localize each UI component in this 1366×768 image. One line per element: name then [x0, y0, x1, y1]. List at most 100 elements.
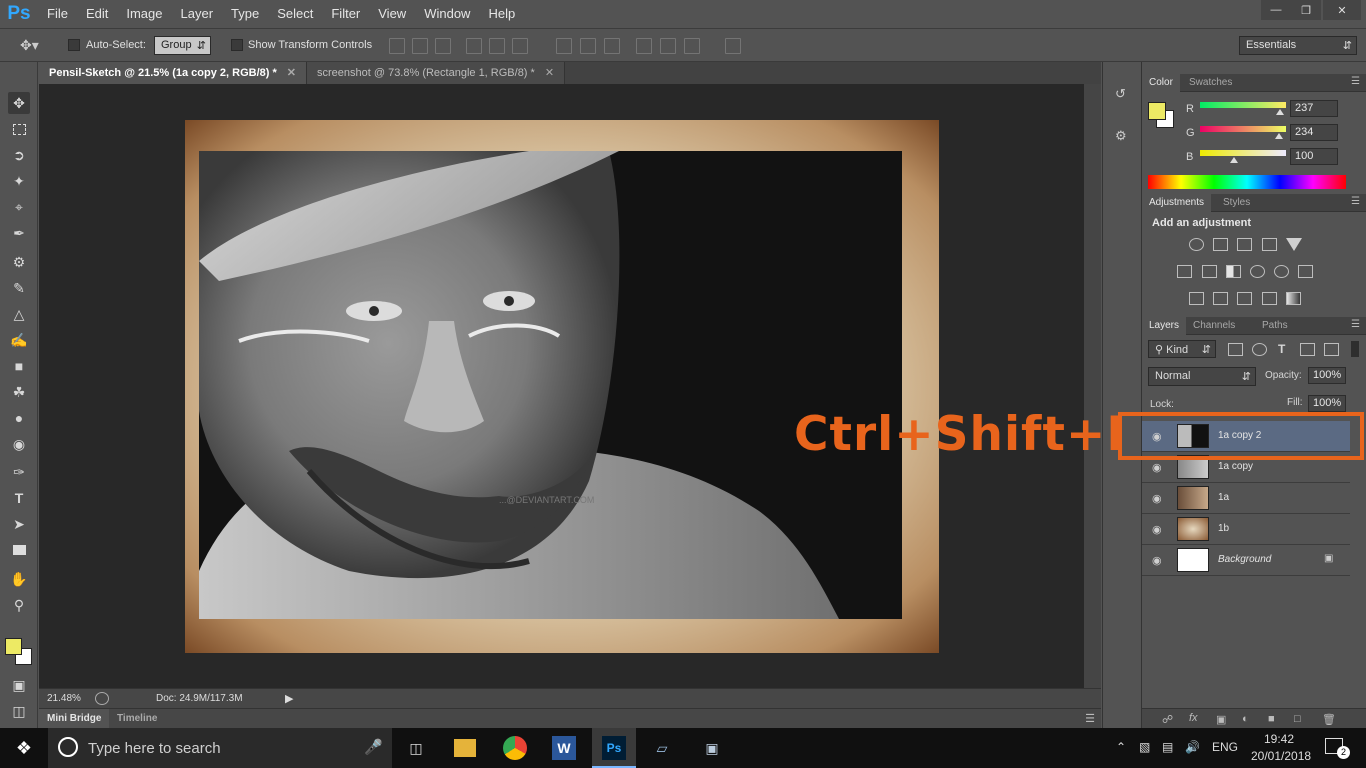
channel-mixer-icon[interactable] — [1274, 265, 1289, 278]
auto-select-dropdown[interactable]: Group ⇵ — [154, 36, 211, 55]
layer-row-1a[interactable]: ◉ 1a — [1142, 483, 1350, 514]
eye-icon[interactable]: ◉ — [1152, 554, 1162, 567]
microphone-icon[interactable]: 🎤 — [364, 738, 383, 756]
eraser-icon[interactable]: ■ — [8, 355, 30, 377]
history-brush-icon[interactable]: ✍ — [8, 329, 30, 351]
layer-name[interactable]: 1b — [1218, 523, 1229, 534]
gradient-map-icon[interactable] — [1286, 292, 1301, 305]
tab-layers[interactable]: Layers — [1142, 317, 1187, 335]
canvas-area[interactable]: ...@DEVIANTART.COM — [39, 84, 1084, 688]
tab-pensil-sketch[interactable]: Pensil-Sketch @ 21.5% (1a copy 2, RGB/8)… — [39, 62, 307, 84]
vertical-scrollbar[interactable] — [1084, 84, 1101, 688]
move-tool-preset-icon[interactable]: ✥▾ — [20, 37, 39, 54]
align-right-icon[interactable] — [512, 38, 528, 54]
pen-icon[interactable]: ✑ — [8, 461, 30, 483]
dodge-icon[interactable]: ◉ — [8, 433, 30, 455]
menu-image[interactable]: Image — [117, 0, 171, 28]
add-mask-icon[interactable]: ▣ — [1216, 713, 1226, 726]
windows-start-icon[interactable]: ❖ — [12, 736, 36, 760]
distribute-hcenter-icon[interactable] — [660, 38, 676, 54]
color-balance-icon[interactable] — [1202, 265, 1217, 278]
tray-chevron-icon[interactable]: ⌃ — [1116, 740, 1126, 754]
word-icon[interactable]: W — [552, 736, 576, 760]
tab-screenshot[interactable]: screenshot @ 73.8% (Rectangle 1, RGB/8) … — [306, 62, 566, 84]
crop-icon[interactable]: ⌖ — [8, 196, 30, 218]
quick-mask-icon[interactable]: ▣ — [8, 674, 30, 696]
distribute-right-icon[interactable] — [684, 38, 700, 54]
auto-align-icon[interactable] — [725, 38, 741, 54]
align-top-icon[interactable] — [389, 38, 405, 54]
channel-b-value[interactable]: 100 — [1290, 148, 1338, 165]
network-icon[interactable]: ▤ — [1162, 740, 1173, 754]
curves-icon[interactable] — [1237, 238, 1252, 251]
rectangle-icon[interactable] — [8, 539, 30, 561]
eye-icon[interactable]: ◉ — [1152, 461, 1162, 474]
close-icon[interactable]: ✕ — [545, 67, 554, 79]
auto-select-checkbox[interactable] — [68, 39, 80, 51]
filter-smart-object-icon[interactable] — [1324, 343, 1339, 356]
distribute-top-icon[interactable] — [556, 38, 572, 54]
move-icon[interactable]: ✥ — [8, 92, 30, 114]
panel-menu-icon[interactable]: ☰ — [1351, 76, 1360, 87]
panel-menu-icon[interactable]: ☰ — [1085, 712, 1095, 725]
document-canvas[interactable]: ...@DEVIANTART.COM — [185, 120, 939, 653]
eye-icon[interactable]: ◉ — [1152, 523, 1162, 536]
invert-icon[interactable] — [1189, 292, 1204, 305]
clone-stamp-icon[interactable]: △ — [8, 303, 30, 325]
blur-icon[interactable]: ● — [8, 407, 30, 429]
properties-panel-icon[interactable]: ⚙ — [1115, 128, 1133, 148]
show-transform-checkbox[interactable] — [231, 39, 243, 51]
magic-wand-icon[interactable]: ✦ — [8, 170, 30, 192]
clock-date[interactable]: 20/01/2018 — [1251, 749, 1311, 763]
menu-view[interactable]: View — [369, 0, 415, 28]
channel-r-thumb[interactable] — [1275, 109, 1284, 115]
align-vcenter-icon[interactable] — [412, 38, 428, 54]
distribute-left-icon[interactable] — [636, 38, 652, 54]
hue-saturation-icon[interactable] — [1177, 265, 1192, 278]
tab-swatches[interactable]: Swatches — [1182, 74, 1239, 92]
foreground-color-swatch[interactable] — [5, 638, 22, 655]
status-info-icon[interactable] — [95, 692, 109, 705]
panel-menu-icon[interactable]: ☰ — [1351, 319, 1360, 330]
tab-paths[interactable]: Paths — [1255, 317, 1295, 335]
channel-r-value[interactable]: 237 — [1290, 100, 1338, 117]
menu-help[interactable]: Help — [479, 0, 524, 28]
status-menu-arrow-icon[interactable]: ▶ — [285, 692, 293, 705]
filter-type-icon[interactable]: T — [1278, 342, 1285, 356]
black-white-icon[interactable] — [1226, 265, 1241, 278]
layer-kind-filter[interactable]: ⚲ Kind ⇵ — [1148, 340, 1216, 358]
marquee-icon[interactable] — [8, 118, 30, 140]
chrome-icon[interactable] — [503, 736, 527, 760]
screen-mode-icon[interactable]: ◫ — [8, 700, 30, 722]
channel-g-slider[interactable] — [1200, 126, 1286, 132]
lasso-icon[interactable]: ➲ — [8, 144, 30, 166]
selective-color-icon[interactable] — [1262, 292, 1277, 305]
app-icon-2[interactable]: ▣ — [700, 736, 724, 760]
filter-adjustment-icon[interactable] — [1252, 343, 1267, 356]
exposure-icon[interactable] — [1262, 238, 1277, 251]
brightness-contrast-icon[interactable] — [1189, 238, 1204, 251]
app-icon-1[interactable]: ▱ — [650, 736, 674, 760]
link-layers-icon[interactable]: ☍ — [1162, 713, 1173, 726]
taskbar-search-box[interactable]: Type here to search 🎤 — [48, 728, 392, 768]
tab-channels[interactable]: Channels — [1186, 317, 1242, 335]
clock-time[interactable]: 19:42 — [1264, 732, 1294, 746]
workspace-dropdown[interactable]: Essentials ⇵ — [1239, 36, 1357, 55]
photoshop-taskbar-button[interactable]: Ps — [592, 728, 636, 768]
channel-r-slider[interactable] — [1200, 102, 1286, 108]
levels-icon[interactable] — [1213, 238, 1228, 251]
tab-timeline[interactable]: Timeline — [117, 709, 157, 728]
filter-shape-icon[interactable] — [1300, 343, 1315, 356]
color-foreground-swatch[interactable] — [1148, 102, 1166, 120]
photo-filter-icon[interactable] — [1250, 265, 1265, 278]
distribute-vcenter-icon[interactable] — [580, 38, 596, 54]
fill-field[interactable]: 100% — [1308, 395, 1346, 412]
language-indicator[interactable]: ENG — [1212, 740, 1238, 754]
align-hcenter-icon[interactable] — [489, 38, 505, 54]
path-select-icon[interactable]: ➤ — [8, 513, 30, 535]
close-icon[interactable]: ✕ — [1323, 0, 1361, 20]
history-panel-icon[interactable]: ↺ — [1115, 86, 1133, 106]
delete-layer-icon[interactable]: 🗑 — [1322, 713, 1336, 726]
eyedropper-icon[interactable]: ✒ — [8, 222, 30, 244]
channel-g-thumb[interactable] — [1275, 133, 1284, 139]
